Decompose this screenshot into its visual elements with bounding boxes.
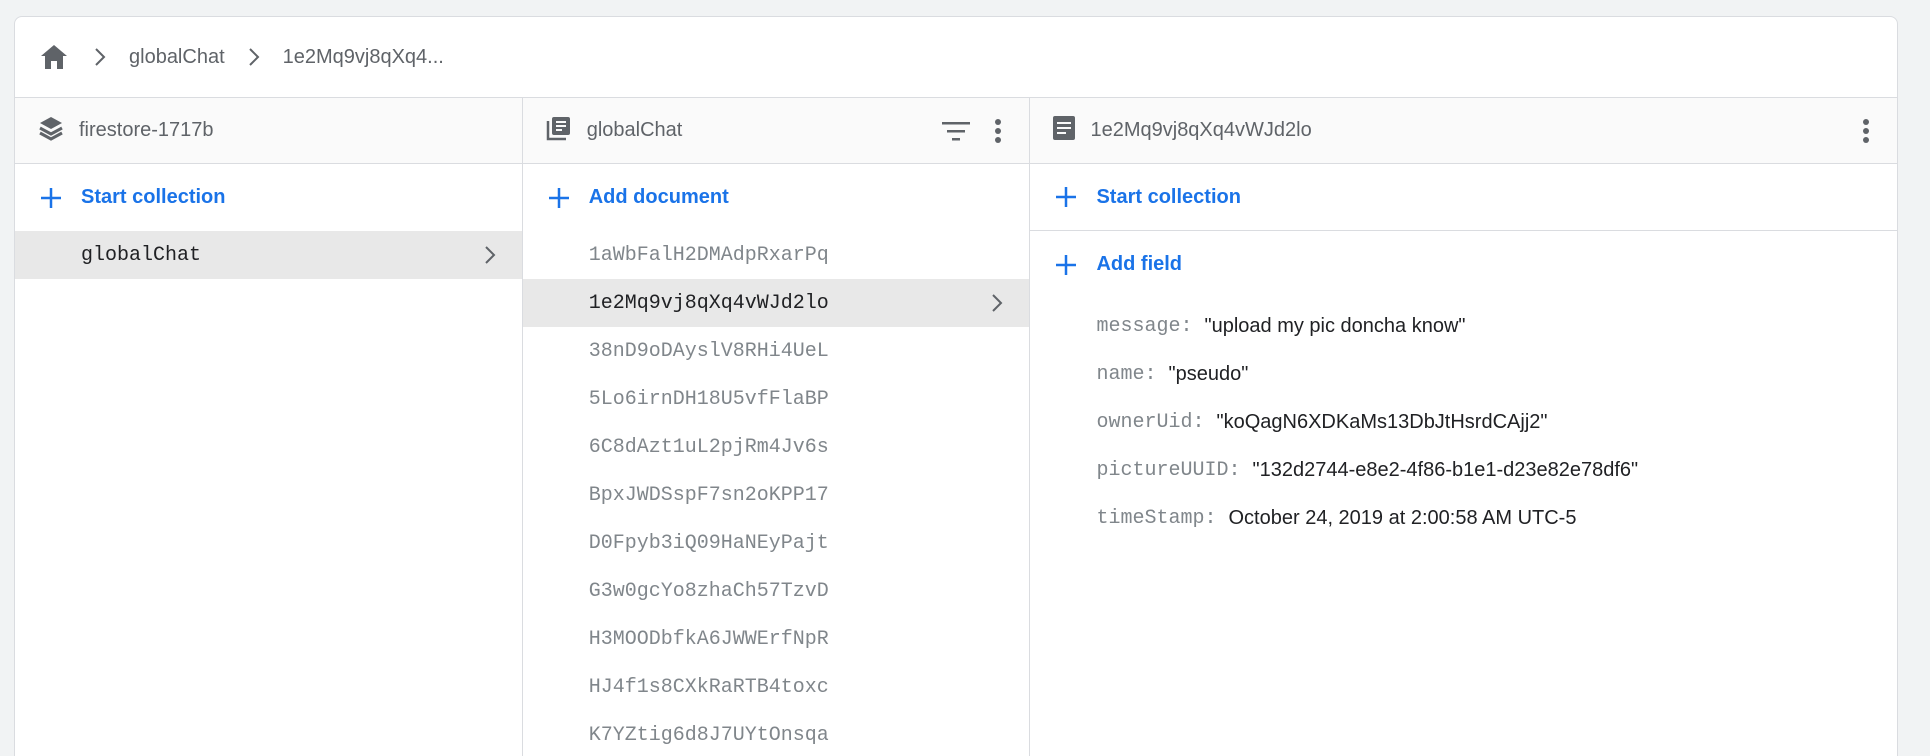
list-item[interactable]: 1aWbFalH2DMAdpRxarPq bbox=[523, 231, 1030, 279]
field-value: "132d2744-e8e2-4f86-b1e1-d23e82e78df6" bbox=[1252, 458, 1639, 481]
field-value: "pseudo" bbox=[1168, 362, 1249, 385]
database-layers-icon bbox=[37, 114, 65, 147]
document-id: 5Lo6irnDH18U5vfFlaBP bbox=[588, 387, 829, 411]
plus-icon bbox=[545, 184, 573, 212]
list-item[interactable]: D0Fpyb3iQ09HaNEyPajt bbox=[523, 519, 1030, 567]
project-title: firestore-1717b bbox=[79, 119, 214, 141]
chevron-right-icon bbox=[476, 241, 504, 269]
document-id: BpxJWDSspF7sn2oKPP17 bbox=[588, 483, 829, 507]
more-vert-icon[interactable] bbox=[1849, 114, 1883, 148]
add-field-label: Add field bbox=[1096, 253, 1183, 275]
field-value: October 24, 2019 at 2:00:58 AM UTC-5 bbox=[1228, 506, 1577, 529]
add-document-label: Add document bbox=[588, 186, 729, 208]
firestore-data-viewer: globalChat 1e2Mq9vj8qXq4... firestore-17… bbox=[14, 16, 1898, 756]
field-row[interactable]: pictureUUID: "132d2744-e8e2-4f86-b1e1-d23… bbox=[1030, 446, 1897, 494]
document-id: H3MOODbfkA6JWWErfNpR bbox=[588, 627, 829, 651]
root-panel: firestore-1717b Start collection globalC… bbox=[15, 98, 523, 756]
document-panel-header: 1e2Mq9vj8qXq4vWJd2lo bbox=[1030, 98, 1897, 164]
field-row[interactable]: name: "pseudo" bbox=[1030, 350, 1897, 398]
document-id: HJ4f1s8CXkRaRTB4toxc bbox=[588, 675, 829, 699]
collection-icon bbox=[545, 114, 573, 147]
list-item[interactable]: HJ4f1s8CXkRaRTB4toxc bbox=[523, 663, 1030, 711]
breadcrumb-item-document[interactable]: 1e2Mq9vj8qXq4... bbox=[283, 46, 444, 69]
start-subcollection-label: Start collection bbox=[1096, 185, 1241, 208]
document-icon bbox=[1052, 115, 1076, 146]
field-key: timeStamp: bbox=[1096, 506, 1217, 530]
document-id: 6C8dAzt1uL2pjRm4Jv6s bbox=[588, 435, 829, 459]
document-id: 1aWbFalH2DMAdpRxarPq bbox=[588, 243, 829, 267]
document-title: 1e2Mq9vj8qXq4vWJd2lo bbox=[1090, 119, 1312, 141]
collection-panel: globalChat Add document 1aWbFalH2DMAdpRx… bbox=[522, 98, 1031, 756]
collection-name: globalChat bbox=[81, 243, 202, 267]
start-collection-button[interactable]: Start collection bbox=[15, 164, 522, 231]
field-key: message: bbox=[1096, 314, 1193, 338]
list-item[interactable]: 6C8dAzt1uL2pjRm4Jv6s bbox=[523, 423, 1030, 471]
add-document-button[interactable]: Add document bbox=[523, 164, 1030, 231]
document-id: K7YZtig6d8J7UYtOnsqa bbox=[588, 723, 829, 747]
breadcrumb: globalChat 1e2Mq9vj8qXq4... bbox=[15, 17, 1897, 98]
add-field-button[interactable]: Add field bbox=[1030, 231, 1897, 298]
collection-panel-header: globalChat bbox=[522, 98, 1030, 164]
list-item[interactable]: H3MOODbfkA6JWWErfNpR bbox=[523, 615, 1030, 663]
list-item[interactable]: BpxJWDSspF7sn2oKPP17 bbox=[523, 471, 1030, 519]
breadcrumb-item-collection[interactable]: globalChat bbox=[129, 46, 225, 69]
list-item[interactable]: 38nD9oDAyslV8RHi4UeL bbox=[523, 327, 1030, 375]
chevron-right-icon bbox=[85, 42, 115, 72]
document-panel: 1e2Mq9vj8qXq4vWJd2lo Start collection Ad… bbox=[1030, 98, 1897, 756]
start-collection-label: Start collection bbox=[81, 186, 226, 208]
home-icon[interactable] bbox=[37, 40, 71, 74]
field-key: ownerUid: bbox=[1096, 410, 1205, 434]
chevron-right-icon bbox=[239, 42, 269, 72]
list-item[interactable]: K7YZtig6d8J7UYtOnsqa bbox=[523, 711, 1030, 756]
document-id: D0Fpyb3iQ09HaNEyPajt bbox=[588, 531, 829, 555]
field-key: pictureUUID: bbox=[1096, 458, 1241, 482]
start-subcollection-button[interactable]: Start collection bbox=[1030, 164, 1897, 231]
root-panel-header: firestore-1717b bbox=[15, 98, 522, 164]
field-row[interactable]: ownerUid: "koQagN6XDKaMs13DbJtHsrdCAjj2" bbox=[1030, 398, 1897, 446]
plus-icon bbox=[37, 184, 65, 212]
plus-icon bbox=[1052, 251, 1080, 279]
field-value: "koQagN6XDKaMs13DbJtHsrdCAjj2" bbox=[1216, 410, 1548, 433]
panel-columns: firestore-1717b Start collection globalC… bbox=[15, 98, 1897, 756]
list-item[interactable]: globalChat bbox=[15, 231, 522, 279]
list-item[interactable]: 1e2Mq9vj8qXq4vWJd2lo bbox=[522, 279, 1030, 327]
field-list: message: "upload my pic doncha know" name:… bbox=[1030, 298, 1897, 542]
document-id: 38nD9oDAyslV8RHi4UeL bbox=[588, 339, 829, 363]
chevron-right-icon bbox=[983, 289, 1011, 317]
collection-title: globalChat bbox=[586, 119, 683, 141]
plus-icon bbox=[1052, 183, 1080, 211]
field-value: "upload my pic doncha know" bbox=[1204, 314, 1466, 337]
document-id: G3w0gcYo8zhaCh57TzvD bbox=[588, 579, 829, 603]
list-item[interactable]: G3w0gcYo8zhaCh57TzvD bbox=[523, 567, 1030, 615]
field-row[interactable]: message: "upload my pic doncha know" bbox=[1030, 302, 1897, 350]
filter-icon[interactable] bbox=[939, 114, 973, 148]
list-item[interactable]: 5Lo6irnDH18U5vfFlaBP bbox=[523, 375, 1030, 423]
document-list: 1aWbFalH2DMAdpRxarPq 1e2Mq9vj8qXq4vWJd2lo… bbox=[522, 231, 1030, 756]
collection-list: globalChat bbox=[15, 231, 522, 279]
field-row[interactable]: timeStamp: October 24, 2019 at 2:00:58 AM… bbox=[1030, 494, 1897, 542]
more-vert-icon[interactable] bbox=[981, 114, 1015, 148]
field-key: name: bbox=[1096, 362, 1157, 386]
document-id: 1e2Mq9vj8qXq4vWJd2lo bbox=[588, 291, 829, 315]
